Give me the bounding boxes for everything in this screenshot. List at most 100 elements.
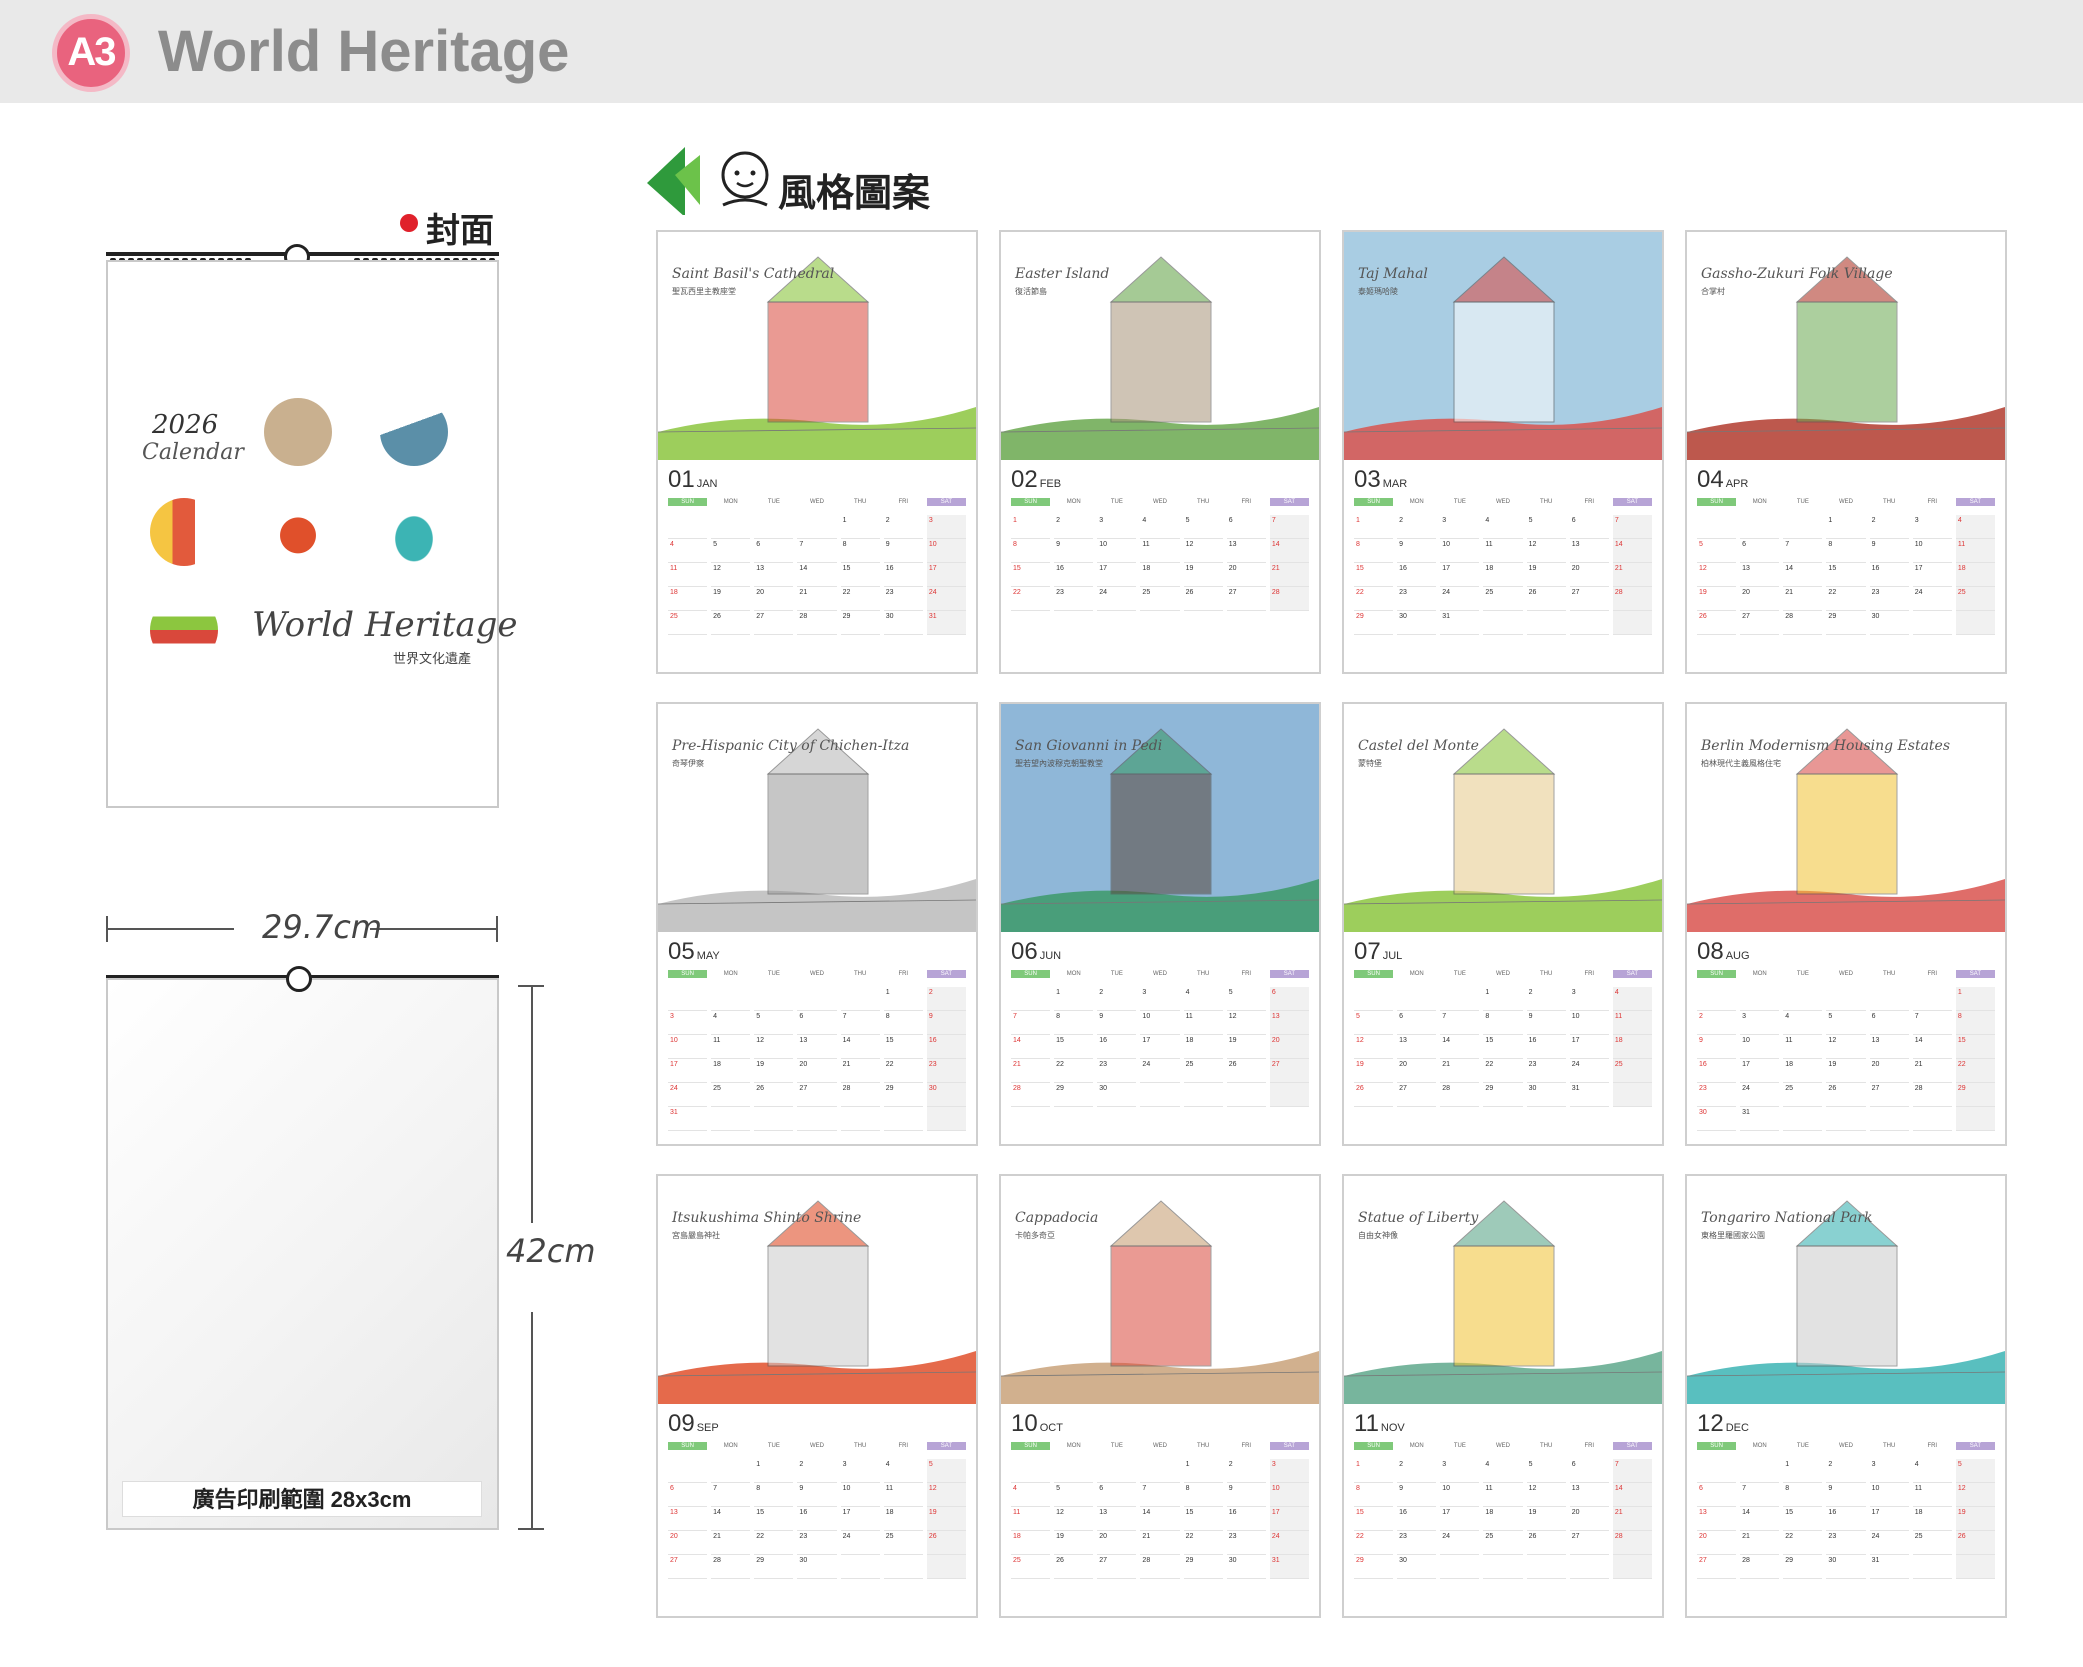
day-cell: 21 — [1783, 587, 1823, 611]
day-cell — [754, 515, 794, 539]
day-cell — [668, 515, 708, 539]
weekday-label: SAT — [926, 970, 966, 978]
day-cell: 8 — [754, 1483, 794, 1507]
month-abbr: MAY — [696, 950, 720, 962]
day-cell: 2 — [1526, 987, 1566, 1011]
day-cell: 14 — [1011, 1035, 1051, 1059]
day-cell — [711, 987, 751, 1011]
day-cell: 13 — [1226, 539, 1266, 563]
weekday-label: SAT — [1269, 970, 1309, 978]
day-cell: 22 — [1826, 587, 1866, 611]
day-cell: 11 — [668, 563, 708, 587]
day-cell: 3 — [1440, 1459, 1480, 1483]
weekday-label: THU — [1539, 971, 1553, 977]
weekday-label: MON — [1066, 971, 1081, 977]
day-cell: 23 — [797, 1531, 837, 1555]
day-cell — [1440, 1555, 1480, 1579]
day-cell: 25 — [1183, 1059, 1223, 1083]
day-cell: 29 — [1183, 1555, 1223, 1579]
cover-thumb-lake — [380, 498, 448, 566]
day-cell: 4 — [668, 539, 708, 563]
weekday-label: SUN — [1697, 498, 1737, 506]
weekday-label: THU — [853, 499, 867, 505]
day-cell: 19 — [1697, 587, 1737, 611]
day-cell: 1 — [1354, 1459, 1394, 1483]
day-cell: 20 — [668, 1531, 708, 1555]
day-cell: 20 — [797, 1059, 837, 1083]
day-cell: 20 — [1697, 1531, 1737, 1555]
day-cell: 16 — [883, 563, 923, 587]
day-cell: 30 — [1397, 1555, 1437, 1579]
day-cell: 19 — [1183, 563, 1223, 587]
day-cell: 30 — [1697, 1107, 1737, 1131]
month-art-title: Saint Basil's Cathedral — [672, 266, 835, 282]
day-cell: 5 — [711, 539, 751, 563]
day-cell: 8 — [1011, 539, 1051, 563]
day-grid: 1 2 3 4 5 6 7 8 9 10 11 12 13 14 15 16 17 18 19 20 21 22 23 24 2… — [668, 1459, 966, 1579]
weekday-label: MON — [723, 499, 738, 505]
day-cell: 2 — [1397, 1459, 1437, 1483]
month-abbr: DEC — [1725, 1422, 1749, 1434]
day-cell: 14 — [1140, 1507, 1180, 1531]
day-cell: 11 — [1612, 1011, 1652, 1035]
weekday-label: THU — [1882, 971, 1896, 977]
day-cell: 17 — [1140, 1035, 1180, 1059]
day-cell: 21 — [1140, 1531, 1180, 1555]
month-heading: 01 JAN — [668, 466, 717, 494]
day-cell — [883, 1555, 923, 1579]
weekday-label: TUE — [767, 499, 780, 505]
day-cell: 28 — [1612, 1531, 1652, 1555]
day-cell: 22 — [1183, 1531, 1223, 1555]
day-cell — [797, 515, 837, 539]
month-heading: 04 APR — [1697, 466, 1748, 494]
day-cell: 19 — [1826, 1059, 1866, 1083]
day-cell — [668, 1459, 708, 1483]
width-label: 29.7cm — [262, 908, 383, 946]
day-cell: 6 — [1397, 1011, 1437, 1035]
weekday-label: SAT — [1269, 498, 1309, 506]
day-cell: 31 — [1269, 1555, 1309, 1579]
day-cell: 24 — [926, 587, 966, 611]
day-cell: 9 — [1397, 1483, 1437, 1507]
month-heading: 10 OCT — [1011, 1410, 1063, 1438]
height-line-top — [531, 985, 533, 1223]
month-card-apr: Gassho-Zukuri Folk Village 合掌村 04 APR SUN MON… — [1685, 230, 2007, 674]
day-cell: 26 — [711, 611, 751, 635]
day-cell: 25 — [1955, 587, 1995, 611]
weekday-header: SUN MON TUE WED THU FRI SAT — [1011, 970, 1309, 978]
day-cell: 28 — [1140, 1555, 1180, 1579]
weekday-label: THU — [1539, 499, 1553, 505]
month-heading: 08 AUG — [1697, 938, 1750, 966]
month-card-aug: Berlin Modernism Housing Estates 柏林現代主義風格… — [1685, 702, 2007, 1146]
day-cell: 24 — [1740, 1083, 1780, 1107]
weekday-label: MON — [723, 971, 738, 977]
month-card-jun: San Giovanni in Pedi 聖若望內波穆克朝聖教堂 06 JUN SUN M… — [999, 702, 1321, 1146]
weekday-label: WED — [809, 1443, 824, 1449]
day-cell: 30 — [883, 611, 923, 635]
weekday-label: SAT — [926, 498, 966, 506]
weekday-label: SAT — [1612, 1442, 1652, 1450]
day-cell: 12 — [926, 1483, 966, 1507]
month-art-subtitle: 自由女神像 — [1358, 1231, 1398, 1240]
height-tick-top — [518, 985, 544, 987]
day-cell: 23 — [1697, 1083, 1737, 1107]
day-cell: 30 — [1826, 1555, 1866, 1579]
day-cell: 31 — [668, 1107, 708, 1131]
day-cell: 9 — [1226, 1483, 1266, 1507]
day-cell: 17 — [840, 1507, 880, 1531]
day-cell: 3 — [1569, 987, 1609, 1011]
day-cell: 28 — [711, 1555, 751, 1579]
day-cell: 7 — [1440, 1011, 1480, 1035]
day-cell: 15 — [1483, 1035, 1523, 1059]
day-cell: 28 — [1440, 1083, 1480, 1107]
day-cell: 26 — [1526, 587, 1566, 611]
cover-thumb-houses — [150, 498, 218, 566]
weekday-label: WED — [1495, 971, 1510, 977]
day-cell: 24 — [1569, 1059, 1609, 1083]
day-cell: 18 — [1140, 563, 1180, 587]
day-cell: 4 — [1140, 515, 1180, 539]
day-cell: 31 — [1569, 1083, 1609, 1107]
weekday-header: SUN MON TUE WED THU FRI SAT — [1354, 1442, 1652, 1450]
day-cell: 28 — [1740, 1555, 1780, 1579]
month-number: 09 — [668, 1410, 695, 1437]
